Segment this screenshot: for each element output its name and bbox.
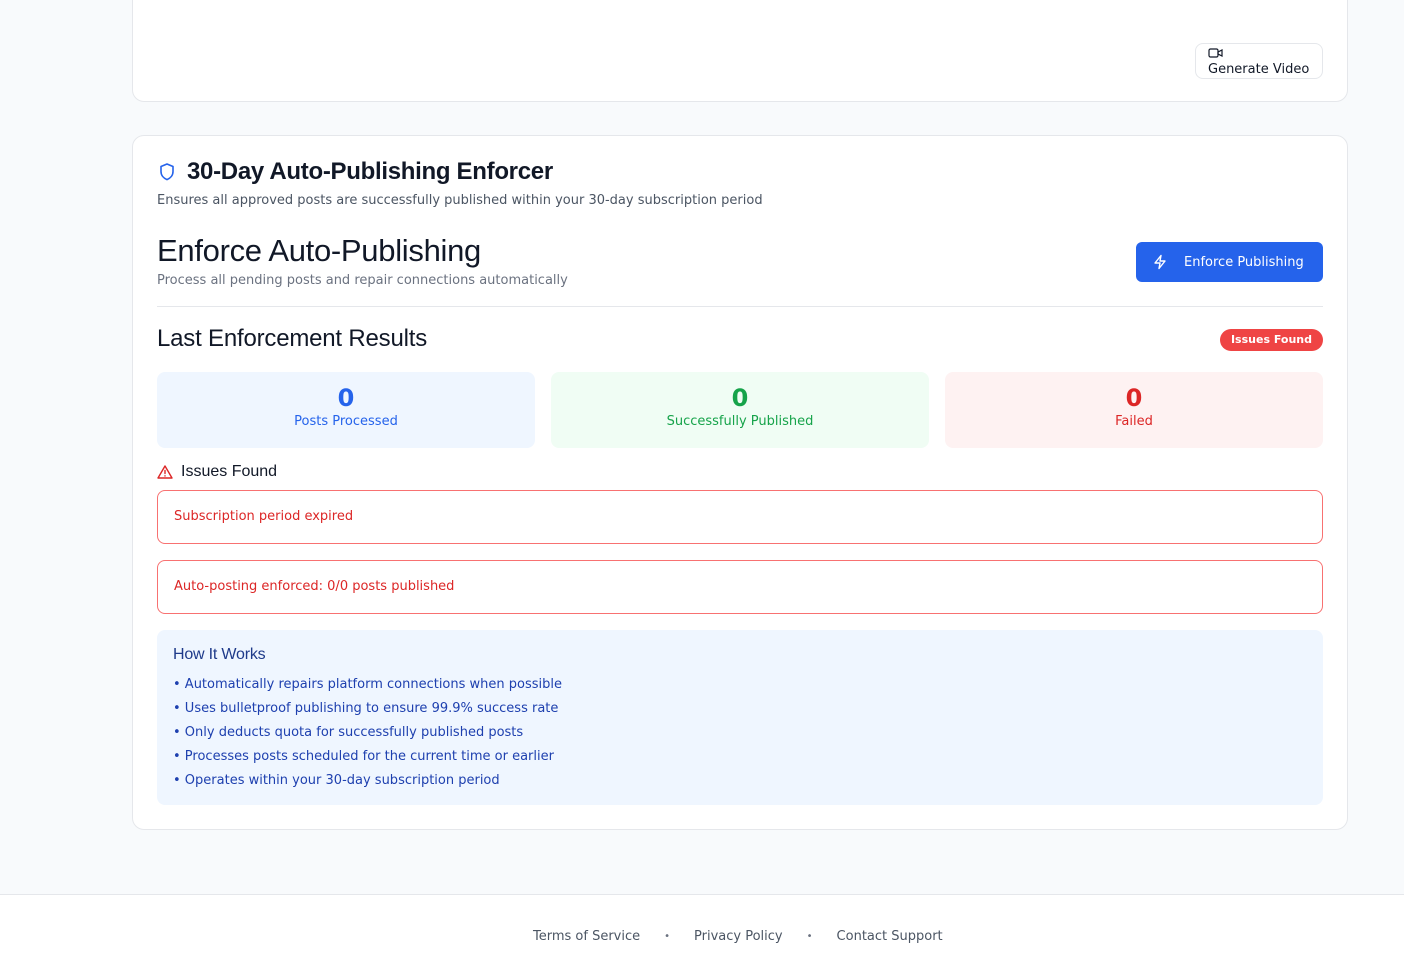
privacy-policy-link[interactable]: Privacy Policy xyxy=(694,929,783,944)
enforcer-subtitle: Ensures all approved posts are successfu… xyxy=(157,193,763,208)
stat-failed: 0 Failed xyxy=(945,372,1323,448)
results-title: Last Enforcement Results xyxy=(157,325,427,352)
list-item: • Automatically repairs platform connect… xyxy=(173,677,562,692)
stat-value: 0 xyxy=(1125,384,1143,412)
enforcer-header: 30-Day Auto-Publishing Enforcer xyxy=(157,158,553,186)
stat-label: Successfully Published xyxy=(666,414,814,429)
enforce-section-subtitle: Process all pending posts and repair con… xyxy=(157,273,568,288)
stat-value: 0 xyxy=(337,384,355,412)
list-item: • Processes posts scheduled for the curr… xyxy=(173,749,554,764)
lightning-icon xyxy=(1154,254,1166,270)
list-item: • Only deducts quota for successfully pu… xyxy=(173,725,524,740)
page: Generate Video 30-Day Auto-Publishing En… xyxy=(0,0,1404,955)
how-it-works-list: • Automatically repairs platform connect… xyxy=(173,673,1307,793)
issue-item: Auto-posting enforced: 0/0 posts publish… xyxy=(157,560,1323,614)
divider xyxy=(157,306,1323,307)
stat-posts-processed: 0 Posts Processed xyxy=(157,372,535,448)
issues-heading: Issues Found xyxy=(181,463,278,480)
contact-support-link[interactable]: Contact Support xyxy=(837,929,943,944)
issue-item: Subscription period expired xyxy=(157,490,1323,544)
list-item: • Uses bulletproof publishing to ensure … xyxy=(173,701,559,716)
enforcer-card: 30-Day Auto-Publishing Enforcer Ensures … xyxy=(132,135,1348,830)
enforce-publishing-button[interactable]: Enforce Publishing xyxy=(1136,242,1323,282)
footer: Terms of Service • Privacy Policy • Cont… xyxy=(0,894,1404,955)
enforce-publishing-label: Enforce Publishing xyxy=(1184,254,1304,270)
footer-links: Terms of Service • Privacy Policy • Cont… xyxy=(533,929,943,944)
warning-icon xyxy=(157,465,173,479)
how-it-works-panel: How It Works • Automatically repairs pla… xyxy=(157,630,1323,805)
stat-label: Failed xyxy=(1115,414,1153,429)
issues-header: Issues Found xyxy=(157,463,277,481)
terms-of-service-link[interactable]: Terms of Service xyxy=(533,929,640,944)
video-card: Generate Video xyxy=(132,0,1348,102)
stat-label: Posts Processed xyxy=(294,414,398,429)
stat-successfully-published: 0 Successfully Published xyxy=(551,372,929,448)
stat-value: 0 xyxy=(731,384,749,412)
enforcer-title: 30-Day Auto-Publishing Enforcer xyxy=(187,158,553,185)
generate-video-button[interactable]: Generate Video xyxy=(1195,43,1323,79)
status-badge: Issues Found xyxy=(1219,329,1323,351)
footer-separator: • xyxy=(664,931,671,942)
footer-separator: • xyxy=(806,931,813,942)
how-it-works-title: How It Works xyxy=(173,646,266,663)
video-camera-icon xyxy=(1208,48,1223,58)
enforce-section-title: Enforce Auto-Publishing xyxy=(157,233,481,268)
shield-icon xyxy=(160,163,174,181)
list-item: • Operates within your 30-day subscripti… xyxy=(173,773,500,788)
generate-video-label: Generate Video xyxy=(1208,62,1310,77)
